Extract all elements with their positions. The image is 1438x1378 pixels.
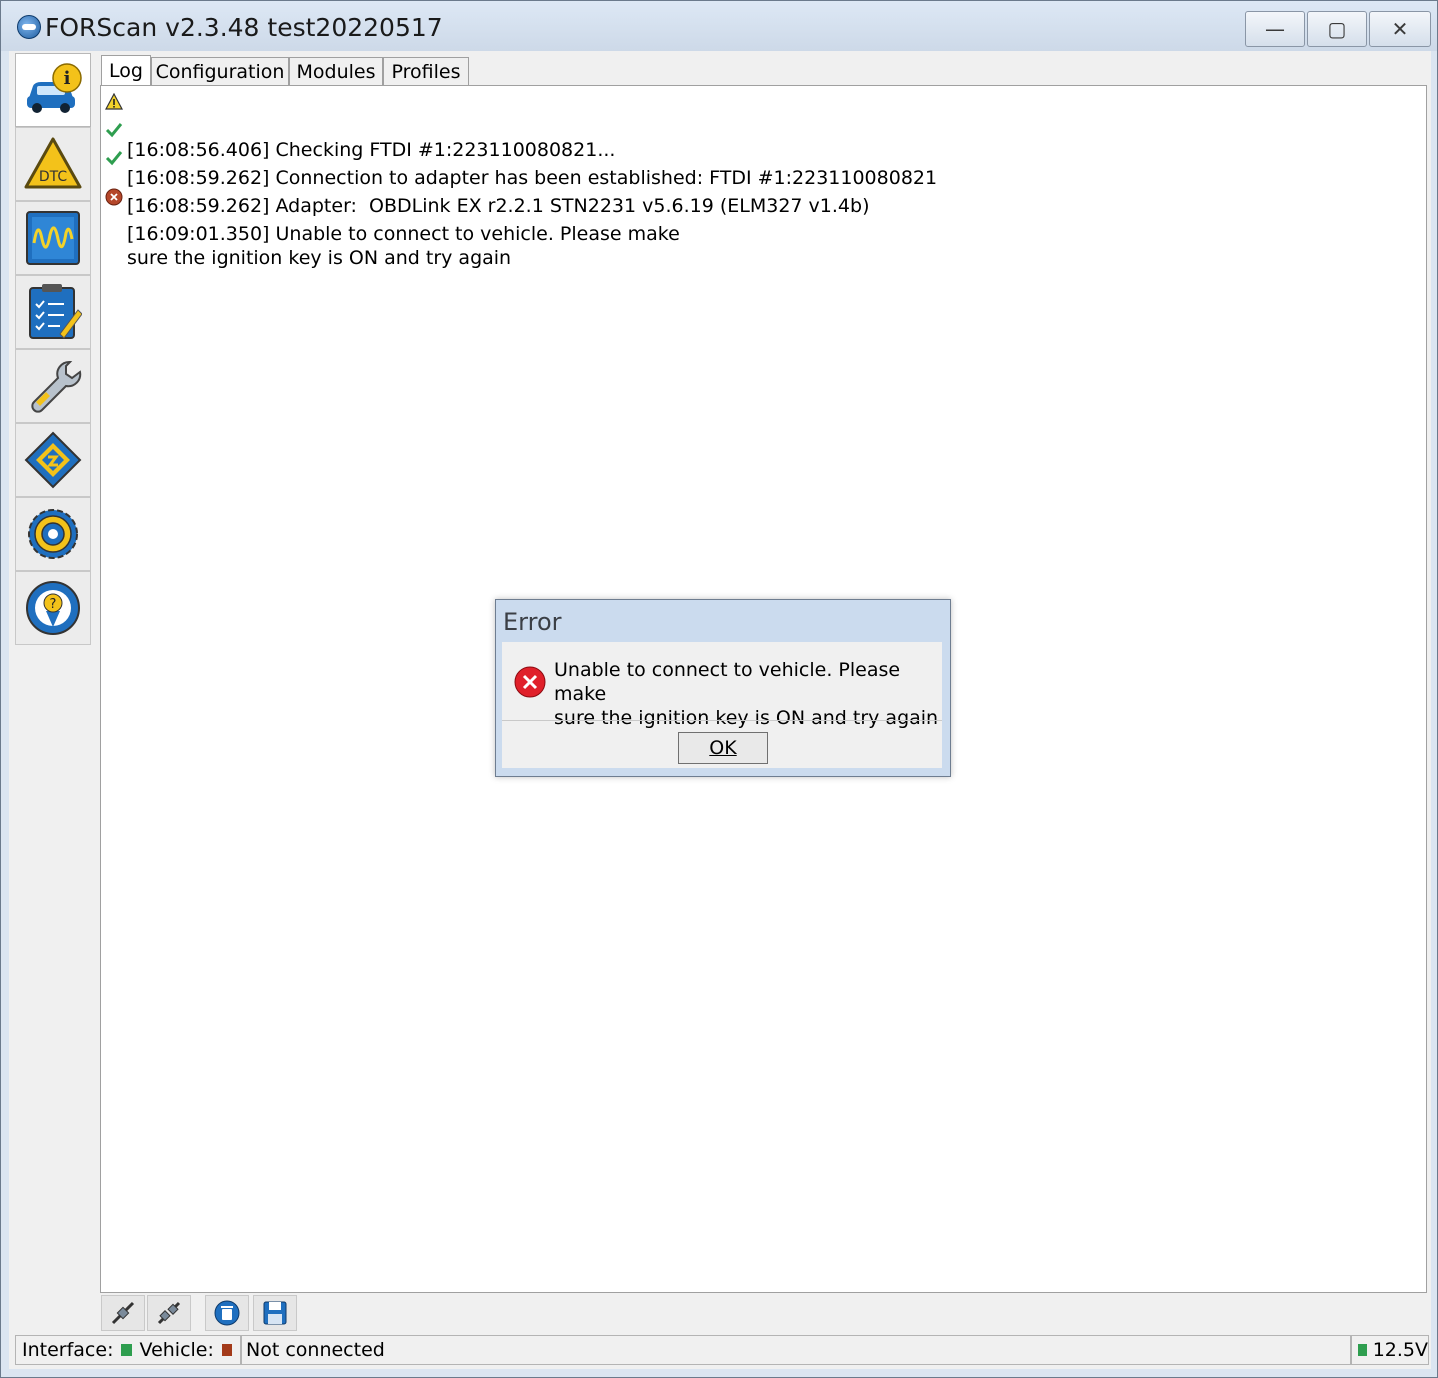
voltage-indicator: 12.5V: [1351, 1335, 1429, 1365]
sidebar-item-help[interactable]: ?: [15, 571, 91, 645]
ok-button[interactable]: OK: [678, 732, 768, 764]
app-logo-icon: [17, 15, 41, 39]
disconnect-plug-icon: [157, 1301, 181, 1325]
voltage-value: 12.5V: [1372, 1339, 1428, 1361]
title-bar[interactable]: FORScan v2.3.48 test20220517 — ▢ ✕: [1, 1, 1437, 51]
sidebar-item-service[interactable]: [15, 349, 91, 423]
tab-configuration[interactable]: Configuration: [151, 57, 289, 86]
dialog-divider: [502, 720, 942, 721]
voltage-led-icon: [1358, 1344, 1367, 1356]
dialog-message-line: Unable to connect to vehicle. Please mak…: [554, 659, 901, 705]
trash-icon: [214, 1300, 240, 1326]
maximize-icon: ▢: [1327, 17, 1347, 41]
svg-text:DTC: DTC: [39, 169, 68, 185]
vehicle-led-icon: [221, 1344, 232, 1356]
status-connection-indicators: Interface: Vehicle:: [15, 1335, 241, 1365]
connection-status: Not connected: [246, 1339, 385, 1361]
sidebar-item-oscilloscope[interactable]: [15, 201, 91, 275]
dialog-body: Unable to connect to vehicle. Please mak…: [502, 642, 942, 768]
log-entry: [16:09:01.350] Unable to connect to vehi…: [105, 174, 680, 270]
window-title: FORScan v2.3.48 test20220517: [45, 13, 443, 42]
help-icon: ?: [26, 581, 80, 635]
clear-log-button[interactable]: [205, 1295, 249, 1331]
checkmark-icon: [105, 123, 123, 138]
gear-icon: [28, 509, 78, 559]
tab-profiles[interactable]: Profiles: [383, 57, 469, 86]
connect-button[interactable]: [101, 1295, 145, 1331]
warning-icon: [105, 93, 123, 110]
tab-modules[interactable]: Modules: [289, 57, 383, 86]
forscan-window: FORScan v2.3.48 test20220517 — ▢ ✕ i DTC…: [0, 0, 1438, 1378]
sidebar-item-vehicle-info[interactable]: i: [15, 53, 91, 127]
maximize-button[interactable]: ▢: [1307, 11, 1367, 47]
vehicle-label: Vehicle:: [139, 1339, 214, 1361]
car-info-icon: i: [27, 63, 82, 113]
interface-label: Interface:: [22, 1339, 114, 1361]
sidebar-item-settings[interactable]: [15, 497, 91, 571]
dialog-message-line: sure the ignition key is ON and try agai…: [554, 707, 939, 729]
sidebar-item-configuration[interactable]: [15, 423, 91, 497]
checklist-icon: [29, 284, 82, 339]
status-text: Not connected: [241, 1335, 1351, 1365]
save-icon: [263, 1301, 287, 1325]
close-icon: ✕: [1391, 17, 1409, 41]
sidebar-item-tests[interactable]: [15, 275, 91, 349]
save-log-button[interactable]: [253, 1295, 297, 1331]
svg-text:i: i: [64, 68, 71, 89]
close-button[interactable]: ✕: [1369, 11, 1431, 47]
error-icon: [514, 666, 546, 698]
error-dialog: Error Unable to connect to vehicle. Plea…: [495, 599, 951, 777]
interface-led-icon: [121, 1344, 132, 1356]
tab-log[interactable]: Log: [101, 55, 151, 86]
connect-plug-icon: [111, 1301, 135, 1325]
wrench-icon: [31, 361, 82, 413]
status-bar: Interface: Vehicle: Not connected 12.5V: [15, 1335, 1429, 1365]
minimize-icon: —: [1265, 17, 1285, 41]
dtc-warning-icon: DTC: [24, 137, 82, 189]
minimize-button[interactable]: —: [1245, 11, 1305, 47]
sidebar-item-dtc[interactable]: DTC: [15, 127, 91, 201]
dialog-title[interactable]: Error: [503, 608, 562, 636]
disconnect-button[interactable]: [147, 1295, 191, 1331]
chip-icon: [24, 431, 82, 489]
oscilloscope-icon: [26, 211, 80, 265]
checkmark-icon: [105, 151, 123, 166]
error-icon: [105, 188, 123, 206]
svg-text:?: ?: [50, 597, 57, 612]
